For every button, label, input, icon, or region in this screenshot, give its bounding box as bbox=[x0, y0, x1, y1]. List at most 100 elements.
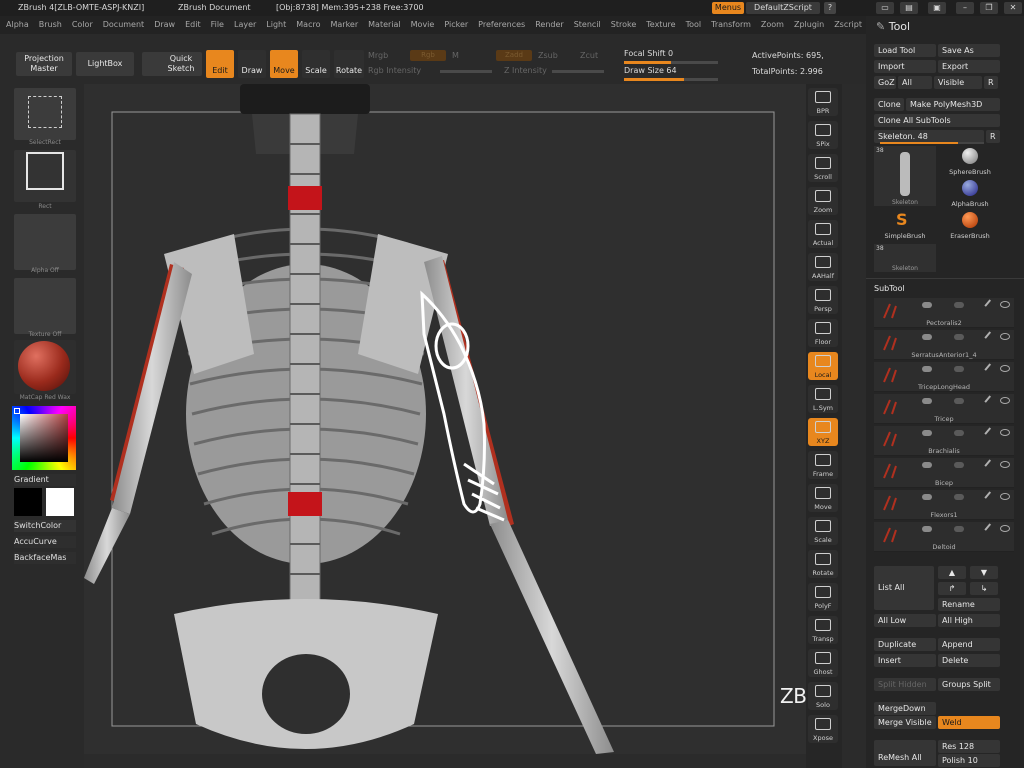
alpha-thumbnail[interactable] bbox=[14, 214, 76, 270]
subtool-item[interactable]: Flexors1 bbox=[874, 490, 1014, 520]
zsub-label[interactable]: Zsub bbox=[538, 51, 558, 60]
menu-marker[interactable]: Marker bbox=[330, 20, 358, 29]
list-all-button[interactable]: List All bbox=[874, 566, 934, 610]
mrgb-label[interactable]: Mrgb bbox=[368, 51, 388, 60]
local-button[interactable]: Local bbox=[808, 352, 838, 380]
r-button-2[interactable]: R bbox=[986, 130, 1000, 143]
menu-zplugin[interactable]: Zplugin bbox=[794, 20, 824, 29]
make-polymesh-button[interactable]: Make PolyMesh3D bbox=[906, 98, 1000, 111]
z-intensity-slider[interactable] bbox=[552, 70, 604, 73]
tool-thumb-spherebrush[interactable]: SphereBrush bbox=[940, 146, 1000, 176]
menu-tool[interactable]: Tool bbox=[686, 20, 702, 29]
menu-movie[interactable]: Movie bbox=[411, 20, 435, 29]
solo-toggle[interactable] bbox=[954, 494, 964, 500]
menu-brush[interactable]: Brush bbox=[39, 20, 62, 29]
subtool-item[interactable]: Deltoid bbox=[874, 522, 1014, 552]
merge-down-button[interactable]: MergeDown bbox=[874, 702, 936, 715]
menu-texture[interactable]: Texture bbox=[646, 20, 675, 29]
weld-button[interactable]: Weld bbox=[938, 716, 1000, 729]
brush-icon[interactable] bbox=[984, 331, 996, 343]
l-sym-button[interactable]: L.Sym bbox=[808, 385, 838, 413]
zadd-toggle[interactable]: Zadd bbox=[496, 50, 532, 61]
all-high-button[interactable]: All High bbox=[938, 614, 1000, 627]
subtool-item[interactable]: TricepLongHead bbox=[874, 362, 1014, 392]
arrow-down-right-icon[interactable]: ↳ bbox=[970, 582, 998, 595]
close-icon[interactable]: ✕ bbox=[1004, 2, 1022, 14]
visibility-toggle[interactable] bbox=[922, 334, 932, 340]
eye-icon[interactable] bbox=[1000, 493, 1010, 500]
secondary-color-swatch[interactable] bbox=[46, 488, 74, 516]
eye-icon[interactable] bbox=[1000, 525, 1010, 532]
draw-button[interactable]: Draw bbox=[238, 50, 266, 78]
draw-size-label[interactable]: Draw Size 64 bbox=[624, 66, 677, 75]
visibility-toggle[interactable] bbox=[922, 398, 932, 404]
menu-transform[interactable]: Transform bbox=[711, 20, 751, 29]
spix-button[interactable]: SPix bbox=[808, 121, 838, 149]
solo-toggle[interactable] bbox=[954, 366, 964, 372]
menu-document[interactable]: Document bbox=[103, 20, 144, 29]
lightbox-button[interactable]: LightBox bbox=[76, 52, 134, 76]
solo-toggle[interactable] bbox=[954, 430, 964, 436]
rgb-intensity-slider[interactable] bbox=[440, 70, 492, 73]
save-as-button[interactable]: Save As bbox=[938, 44, 1000, 57]
goz-button[interactable]: GoZ bbox=[874, 76, 896, 89]
main-color-swatch[interactable] bbox=[14, 488, 42, 516]
zoom-button[interactable]: Zoom bbox=[808, 187, 838, 215]
selectrect-thumbnail[interactable] bbox=[14, 88, 76, 140]
rotate-button[interactable]: Rotate bbox=[334, 50, 364, 78]
menu-draw[interactable]: Draw bbox=[154, 20, 175, 29]
solo-toggle[interactable] bbox=[954, 334, 964, 340]
delete-button[interactable]: Delete bbox=[938, 654, 1000, 667]
arrow-up-icon[interactable]: ▲ bbox=[938, 566, 966, 579]
res-slider[interactable]: Res 128 bbox=[938, 740, 1000, 753]
focal-shift-slider[interactable] bbox=[624, 61, 718, 64]
layout-icon[interactable]: ▭ bbox=[876, 2, 894, 14]
tool-thumb-simplebrush[interactable]: S SimpleBrush bbox=[874, 210, 936, 240]
draw-size-slider[interactable] bbox=[624, 78, 718, 81]
bpr-button[interactable]: BPR bbox=[808, 88, 838, 116]
restore-icon[interactable]: ❐ bbox=[980, 2, 998, 14]
default-zscript-button[interactable]: DefaultZScript bbox=[746, 2, 820, 14]
brush-icon[interactable] bbox=[984, 299, 996, 311]
menu-macro[interactable]: Macro bbox=[296, 20, 320, 29]
menu-alpha[interactable]: Alpha bbox=[6, 20, 29, 29]
brush-icon[interactable] bbox=[984, 523, 996, 535]
floor-button[interactable]: Floor bbox=[808, 319, 838, 347]
zcut-label[interactable]: Zcut bbox=[580, 51, 598, 60]
backfacemask-button[interactable]: BackfaceMas bbox=[14, 552, 76, 564]
material-thumbnail[interactable] bbox=[14, 340, 76, 394]
subtool-item[interactable]: SerratusAnterior1_4 bbox=[874, 330, 1014, 360]
solo-toggle[interactable] bbox=[954, 302, 964, 308]
lock-icon[interactable]: ▣ bbox=[928, 2, 946, 14]
tool-thumb-skeleton-2[interactable]: 38 Skeleton bbox=[874, 244, 936, 272]
visibility-toggle[interactable] bbox=[922, 430, 932, 436]
visible-button[interactable]: Visible bbox=[934, 76, 982, 89]
rgb-intensity-label[interactable]: Rgb Intensity bbox=[368, 66, 421, 75]
brush-icon[interactable] bbox=[984, 427, 996, 439]
visibility-toggle[interactable] bbox=[922, 462, 932, 468]
solo-button[interactable]: Solo bbox=[808, 682, 838, 710]
brush-icon[interactable] bbox=[984, 459, 996, 471]
arrow-down-icon[interactable]: ▼ bbox=[970, 566, 998, 579]
eye-icon[interactable] bbox=[1000, 461, 1010, 468]
duplicate-button[interactable]: Duplicate bbox=[874, 638, 936, 651]
edit-button[interactable]: Edit bbox=[206, 50, 234, 78]
move-button[interactable]: Move bbox=[808, 484, 838, 512]
solo-toggle[interactable] bbox=[954, 462, 964, 468]
projection-master-button[interactable]: Projection Master bbox=[16, 52, 72, 76]
menu-render[interactable]: Render bbox=[535, 20, 563, 29]
brush-icon[interactable] bbox=[984, 395, 996, 407]
menu-layer[interactable]: Layer bbox=[234, 20, 256, 29]
rect-thumbnail[interactable] bbox=[14, 150, 76, 202]
accucurve-button[interactable]: AccuCurve bbox=[14, 536, 76, 548]
eye-icon[interactable] bbox=[1000, 429, 1010, 436]
visibility-toggle[interactable] bbox=[922, 366, 932, 372]
visibility-toggle[interactable] bbox=[922, 302, 932, 308]
solo-toggle[interactable] bbox=[954, 526, 964, 532]
persp-button[interactable]: Persp bbox=[808, 286, 838, 314]
menu-zoom[interactable]: Zoom bbox=[761, 20, 784, 29]
clone-all-subtools-button[interactable]: Clone All SubTools bbox=[874, 114, 1000, 127]
export-button[interactable]: Export bbox=[938, 60, 1000, 73]
rgb-toggle[interactable]: Rgb bbox=[410, 50, 446, 61]
m-label[interactable]: M bbox=[452, 51, 459, 60]
